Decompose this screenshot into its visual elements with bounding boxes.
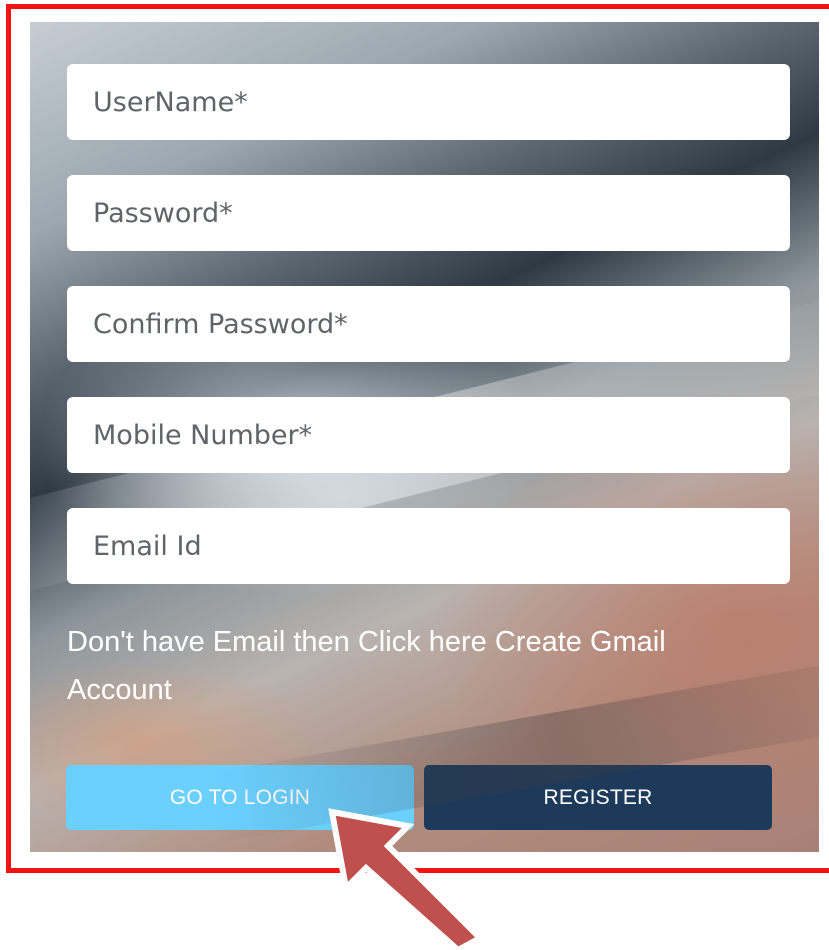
- confirm-password-input[interactable]: [67, 286, 790, 362]
- create-gmail-link[interactable]: Don't have Email then Click here Create …: [67, 618, 767, 714]
- mobile-number-input[interactable]: [67, 397, 790, 473]
- email-input[interactable]: [67, 508, 790, 584]
- username-input[interactable]: [67, 64, 790, 140]
- arrow-pointing-up-left-icon: [328, 808, 485, 950]
- password-input[interactable]: [67, 175, 790, 251]
- registration-panel: Don't have Email then Click here Create …: [30, 22, 819, 852]
